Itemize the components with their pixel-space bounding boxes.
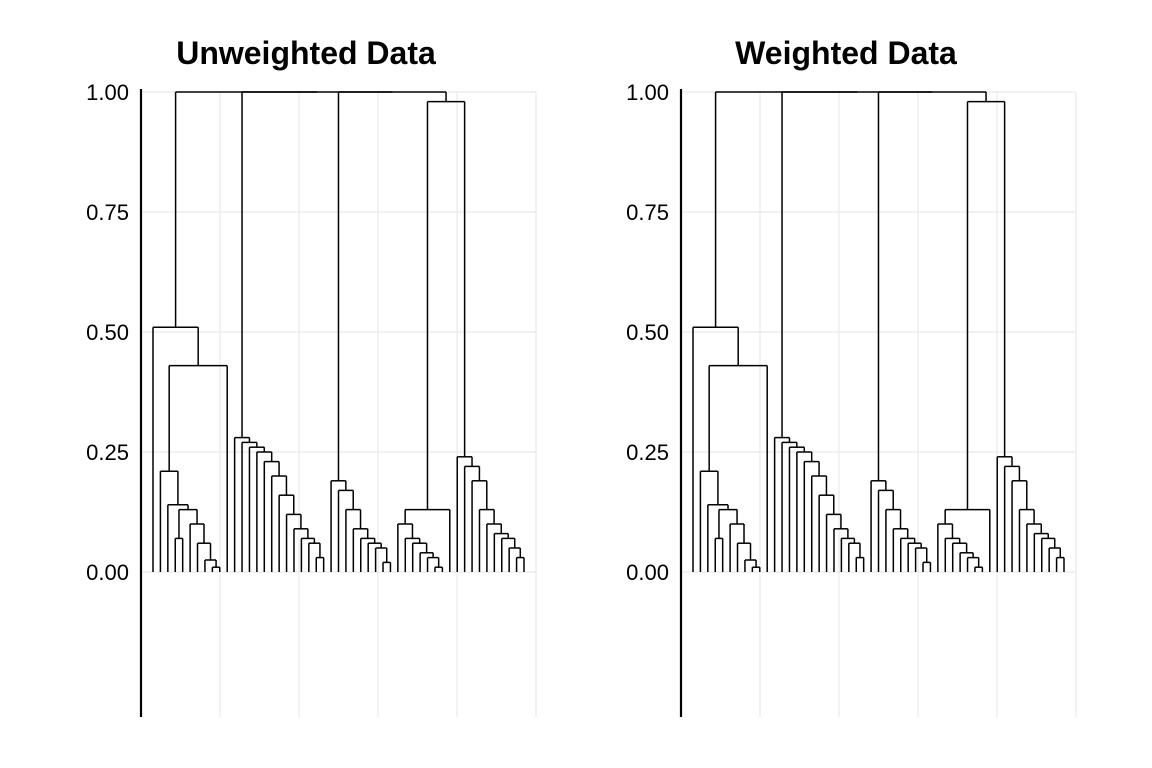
panel-title-weighted: Weighted Data — [596, 35, 1096, 72]
svg-text:0.25: 0.25 — [626, 440, 669, 465]
chart-page: Unweighted Data 0.00 0.25 0.50 0.75 1.00 Wei… — [0, 0, 1152, 768]
svg-text:0.00: 0.00 — [86, 560, 129, 585]
panel-title-unweighted: Unweighted Data — [56, 35, 556, 72]
plot-unweighted: 0.00 0.25 0.50 0.75 1.00 — [56, 82, 556, 722]
plot-weighted: 0.00 0.25 0.50 0.75 1.00 — [596, 82, 1096, 722]
svg-text:0.00: 0.00 — [626, 560, 669, 585]
svg-text:1.00: 1.00 — [626, 82, 669, 105]
svg-text:0.75: 0.75 — [86, 200, 129, 225]
panel-row: Unweighted Data 0.00 0.25 0.50 0.75 1.00 Wei… — [0, 0, 1152, 722]
panel-weighted: Weighted Data 0.00 0.25 0.50 0.75 1.00 — [596, 35, 1096, 722]
svg-text:0.50: 0.50 — [86, 320, 129, 345]
svg-text:0.25: 0.25 — [86, 440, 129, 465]
svg-text:0.50: 0.50 — [626, 320, 669, 345]
svg-text:0.75: 0.75 — [626, 200, 669, 225]
panel-unweighted: Unweighted Data 0.00 0.25 0.50 0.75 1.00 — [56, 35, 556, 722]
svg-text:1.00: 1.00 — [86, 82, 129, 105]
